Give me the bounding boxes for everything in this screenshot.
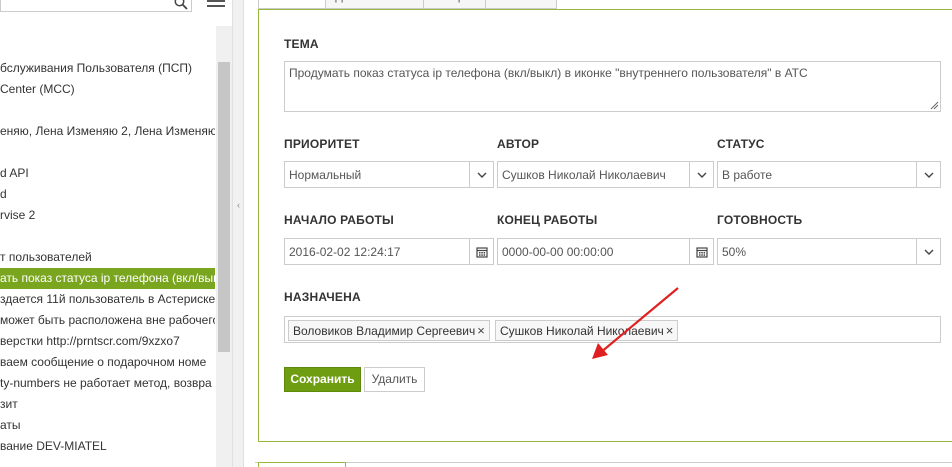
assignee-chip: Сушков Николай Николаевич × <box>495 320 679 341</box>
tree-item[interactable] <box>0 100 215 121</box>
close-icon[interactable]: × <box>666 323 674 338</box>
chevron-down-icon[interactable] <box>916 239 940 264</box>
subject-label: ТЕМА <box>284 37 319 51</box>
subject-textarea[interactable]: Продумать показ статуса ip телефона (вкл… <box>284 61 941 112</box>
sidebar-scrollbar-thumb[interactable] <box>218 62 230 352</box>
start-date-value: 2016-02-02 12:24:17 <box>289 244 401 259</box>
collapse-arrow-icon[interactable]: ‹ <box>237 200 240 210</box>
properties-panel: ТЕМА Продумать показ статуса ip телефона… <box>258 9 952 442</box>
sidebar: бслуживания Пользователя (ПСП) Center (M… <box>0 0 232 467</box>
close-icon[interactable]: × <box>477 323 485 338</box>
tree-item[interactable] <box>0 142 215 163</box>
resize-grip-icon[interactable] <box>930 101 939 110</box>
chevron-down-icon[interactable] <box>916 162 940 187</box>
author-value: Сушков Николай Николаевич <box>502 167 666 182</box>
author-select[interactable]: Сушков Николай Николаевич <box>497 161 714 188</box>
end-date-input[interactable]: 0000-00-00 00:00:00 <box>497 238 714 265</box>
priority-label: ПРИОРИТЕТ <box>284 137 360 151</box>
chevron-down-icon[interactable] <box>689 162 713 187</box>
hamburger-menu-icon[interactable] <box>207 0 225 10</box>
priority-select[interactable]: Нормальный <box>284 161 494 188</box>
chevron-down-icon[interactable] <box>469 162 493 187</box>
tree-item[interactable]: ty-numbers не работает метод, возвра <box>0 373 215 394</box>
tab-bar: Свойства Дополнительно История Вложения <box>258 0 557 9</box>
tree-item[interactable]: d <box>0 184 215 205</box>
tree-item[interactable]: вание DEV-MIATEL <box>0 436 215 457</box>
progress-label: ГОТОВНОСТЬ <box>717 213 803 227</box>
progress-value: 50% <box>722 244 747 259</box>
tree-item[interactable]: верстки http://prntscr.com/9xzxo7 <box>0 331 215 352</box>
task-details: Свойства Дополнительно История Вложения … <box>248 0 952 467</box>
calendar-icon[interactable] <box>689 239 713 264</box>
tree-item[interactable]: rvise 2 <box>0 205 215 226</box>
tree-item-selected[interactable]: ать показ статуса ip телефона (вкл/вык <box>0 268 215 289</box>
delete-button[interactable]: Удалить <box>364 367 425 392</box>
end-date-value: 0000-00-00 00:00:00 <box>502 244 614 259</box>
status-value: В работе <box>722 167 773 182</box>
tree-item[interactable] <box>0 226 215 247</box>
tree-item[interactable]: зит <box>0 394 215 415</box>
calendar-icon[interactable] <box>469 239 493 264</box>
assignees-input[interactable]: Воловиков Владимир Сергеевич × Сушков Ник… <box>284 316 941 343</box>
tree-item[interactable]: аты <box>0 415 215 436</box>
author-label: АВТОР <box>497 137 540 151</box>
tree-item[interactable]: здается 11й пользователь в Астериске <box>0 289 215 310</box>
bottom-panel-tab[interactable] <box>258 462 346 467</box>
subject-text: Продумать показ статуса ip телефона (вкл… <box>289 66 808 80</box>
tree-item[interactable]: Center (MCC) <box>0 79 215 100</box>
tree-item[interactable]: может быть расположена вне рабочего <box>0 310 215 331</box>
bottom-panel-border <box>255 462 952 467</box>
tree-item[interactable]: бслуживания Пользователя (ПСП) <box>0 58 215 79</box>
tree-item[interactable]: т пользователей <box>0 247 215 268</box>
priority-value: Нормальный <box>289 167 362 182</box>
tree-item[interactable]: еняю, Лена Изменяю 2, Лена Изменяю <box>0 121 215 142</box>
tab-additional[interactable]: Дополнительно <box>325 0 425 9</box>
tree-item[interactable]: ваем сообщение о подарочном номе <box>0 352 215 373</box>
status-select[interactable]: В работе <box>717 161 941 188</box>
save-button[interactable]: Сохранить <box>284 367 361 392</box>
tab-history[interactable]: История <box>423 0 487 9</box>
task-tree: бслуживания Пользователя (ПСП) Center (M… <box>0 58 215 457</box>
start-date-label: НАЧАЛО РАБОТЫ <box>284 213 395 227</box>
assignee-chip: Воловиков Владимир Сергеевич × <box>288 320 490 341</box>
status-label: СТАТУС <box>717 137 765 151</box>
search-input[interactable] <box>0 0 192 12</box>
assignee-name: Воловиков Владимир Сергеевич <box>293 324 476 338</box>
tab-attachments[interactable]: Вложения <box>485 0 557 9</box>
start-date-input[interactable]: 2016-02-02 12:24:17 <box>284 238 494 265</box>
panel-splitter[interactable]: ‹ <box>232 0 244 467</box>
progress-select[interactable]: 50% <box>717 238 941 265</box>
search-icon[interactable] <box>174 0 188 10</box>
end-date-label: КОНЕЦ РАБОТЫ <box>497 213 598 227</box>
tree-item[interactable]: d API <box>0 163 215 184</box>
assigned-label: НАЗНАЧЕНА <box>284 290 361 304</box>
assignee-name: Сушков Николай Николаевич <box>500 324 664 338</box>
tab-properties[interactable]: Свойства <box>258 0 327 9</box>
